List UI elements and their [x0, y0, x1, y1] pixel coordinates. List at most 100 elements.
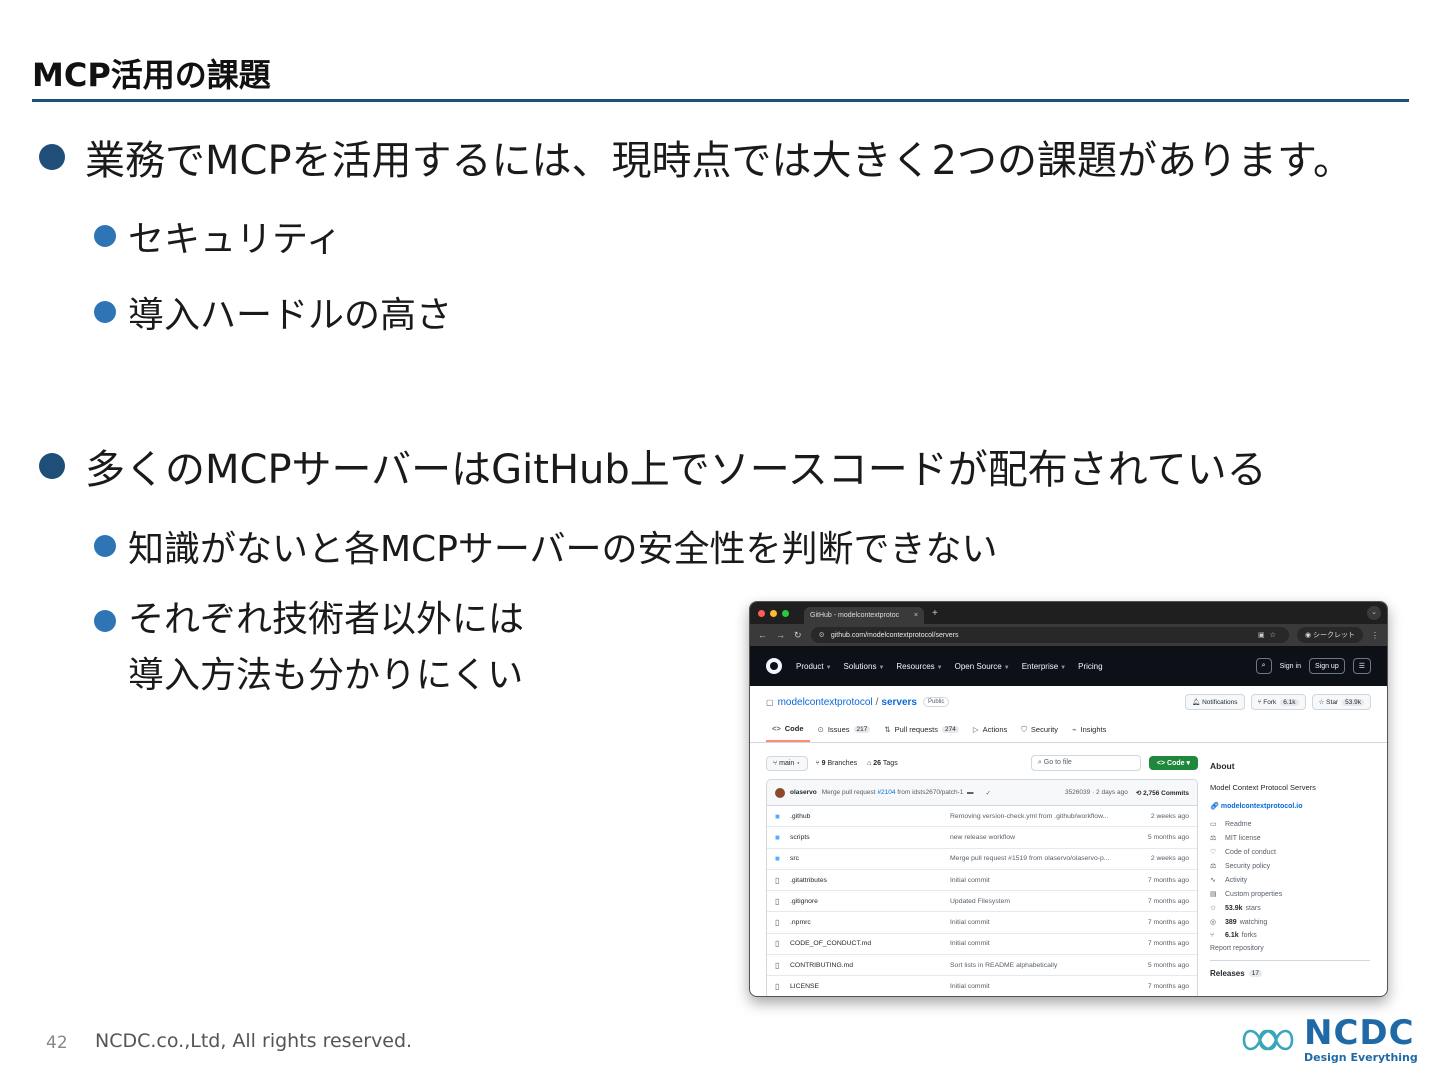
nav-solutions[interactable]: Solutions ▼ — [844, 662, 885, 671]
security-policy-link[interactable]: ⚖ Security policy — [1210, 862, 1370, 871]
branches-link[interactable]: ⑂ 9 Branches — [816, 760, 858, 767]
file-commit-message[interactable]: Initial commit — [950, 983, 1129, 990]
commit-hash-time[interactable]: 3526039 · 2 days ago — [1065, 789, 1128, 796]
file-name[interactable]: .gitattributes — [790, 877, 950, 884]
repo-owner-link[interactable]: modelcontextprotocol — [778, 697, 873, 708]
file-commit-message[interactable]: Sort lists in README alphabetically — [950, 962, 1129, 969]
nav-enterprise[interactable]: Enterprise ▼ — [1022, 662, 1066, 671]
file-row[interactable]: ▯ .gitattributes Initial commit 7 months ag… — [767, 870, 1197, 892]
search-button[interactable]: ⌕ — [1255, 658, 1272, 674]
bullet-dot-icon — [39, 453, 65, 479]
url-text: github.com/modelcontextprotocol/servers — [830, 631, 959, 639]
file-name[interactable]: CONTRIBUTING.md — [790, 962, 950, 969]
tags-link[interactable]: ⌂ 26 Tags — [867, 760, 898, 767]
file-name[interactable]: .github — [790, 813, 950, 820]
sign-in-link[interactable]: Sign in — [1280, 663, 1301, 670]
go-to-file-input[interactable]: ⌕ Go to file — [1030, 755, 1141, 771]
notifications-button[interactable]: 🔔︎ Notifications — [1185, 694, 1245, 710]
file-commit-message[interactable]: Initial commit — [950, 919, 1129, 926]
file-row[interactable]: ■ scripts new release workflow 5 months ago — [767, 827, 1197, 849]
menu-button[interactable]: ☰ — [1352, 658, 1371, 674]
file-row[interactable]: ▯ LICENSE Initial commit 7 months ago — [767, 976, 1197, 996]
file-name[interactable]: .npmrc — [790, 919, 950, 926]
incognito-badge[interactable]: ◉ シークレット — [1296, 627, 1363, 643]
forks-link[interactable]: ⑂ 6.1k forks — [1210, 932, 1370, 939]
file-row[interactable]: ▯ CODE_OF_CONDUCT.md Initial commit 7 month… — [767, 934, 1197, 956]
window-maximize-icon[interactable] — [782, 609, 789, 617]
avatar[interactable] — [775, 787, 785, 798]
readme-link[interactable]: ▭ Readme — [1210, 820, 1370, 829]
nav-open-source[interactable]: Open Source ▼ — [955, 662, 1010, 671]
new-tab-icon[interactable]: + — [932, 608, 938, 619]
code-dropdown-button[interactable]: <> Code ▾ — [1148, 756, 1198, 770]
homepage-link[interactable]: 🔗︎ modelcontextprotocol.io — [1210, 802, 1370, 810]
releases-link[interactable]: Releases 17 — [1210, 969, 1370, 978]
window-close-icon[interactable] — [758, 609, 765, 617]
site-info-icon[interactable]: ⚙ — [819, 631, 825, 639]
pulse-icon: ∿ — [1210, 877, 1216, 884]
file-icon: ▯ — [775, 960, 780, 970]
file-row[interactable]: ▯ CONTRIBUTING.md Sort lists in README alp… — [767, 955, 1197, 977]
fork-button[interactable]: ⑂ Fork 6.1k — [1250, 694, 1306, 710]
tab-close-icon[interactable]: × — [914, 612, 918, 619]
branch-select[interactable]: ⑂ main ▾ — [766, 755, 808, 771]
activity-link[interactable]: ∿ Activity — [1210, 876, 1370, 885]
star-icon: ☆ — [1210, 905, 1217, 912]
reload-icon[interactable]: ↻ — [794, 630, 802, 641]
sub-bullet-dot-icon — [94, 610, 116, 632]
commit-count[interactable]: ⟲ 2,756 Commits — [1136, 789, 1189, 797]
file-row[interactable]: ▯ .gitignore Updated Filesystem 7 months ag… — [767, 891, 1197, 913]
github-screenshot: GitHub - modelcontextprotoc × + ⌄ ← → ↻ … — [749, 601, 1388, 997]
tab-code[interactable]: <> Code — [766, 724, 810, 742]
tab-search-icon[interactable]: ⌄ — [1367, 606, 1381, 620]
repo-name-link[interactable]: servers — [881, 697, 917, 708]
tab-insights[interactable]: ⌁ Insights — [1066, 724, 1112, 742]
file-name[interactable]: LICENSE — [790, 983, 950, 990]
sign-up-button[interactable]: Sign up — [1308, 658, 1345, 674]
file-name[interactable]: src — [790, 855, 950, 862]
file-row[interactable]: ■ src Merge pull request #1519 from olaser… — [767, 849, 1197, 870]
file-commit-message[interactable]: Merge pull request #1519 from olaservo/o… — [950, 855, 1129, 862]
url-input[interactable]: ⚙ github.com/modelcontextprotocol/server… — [810, 627, 1289, 643]
nav-product[interactable]: Product ▼ — [796, 662, 832, 671]
tab-pull-requests[interactable]: ⇅ Pull requests 274 — [878, 724, 965, 742]
code-icon: <> — [1156, 760, 1168, 767]
sub-bullet-text: 知識がないと各MCPサーバーの安全性を判断できない — [128, 529, 998, 570]
stars-link[interactable]: ☆ 53.9k stars — [1210, 904, 1370, 913]
file-name[interactable]: scripts — [790, 834, 950, 841]
star-button[interactable]: ☆ Star 53.9k — [1311, 694, 1371, 710]
browser-tab[interactable]: GitHub - modelcontextprotoc × — [804, 607, 924, 624]
file-row[interactable]: ▯ .npmrc Initial commit 7 months ago — [767, 912, 1197, 934]
file-commit-message[interactable]: Updated Filesystem — [950, 898, 1129, 905]
file-commit-message[interactable]: Initial commit — [950, 877, 1129, 884]
tab-security[interactable]: ⛉ Security — [1015, 724, 1064, 742]
chevron-down-icon: ▼ — [936, 664, 943, 671]
bookmark-star-icon[interactable]: ▣☆ — [1258, 631, 1281, 639]
tab-actions[interactable]: ▷ Actions — [967, 724, 1013, 742]
commit-author[interactable]: olaservo — [790, 789, 817, 796]
file-name[interactable]: CODE_OF_CONDUCT.md — [790, 940, 950, 947]
logo-name: NCDC — [1304, 1013, 1415, 1053]
back-icon[interactable]: ← — [758, 630, 767, 640]
file-commit-message[interactable]: Removing version-check.yml from .github/… — [950, 813, 1129, 820]
custom-properties-link[interactable]: ▤ Custom properties — [1210, 890, 1370, 899]
watching-link[interactable]: ◎ 389 watching — [1210, 918, 1370, 927]
tab-issues[interactable]: ⊙ Issues 217 — [812, 724, 877, 742]
nav-pricing[interactable]: Pricing — [1078, 662, 1102, 671]
play-icon: ▷ — [972, 725, 979, 734]
report-repository-link[interactable]: Report repository — [1210, 945, 1370, 952]
file-commit-message[interactable]: Initial commit — [950, 940, 1129, 947]
nav-resources[interactable]: Resources ▼ — [896, 662, 942, 671]
file-row[interactable]: ■ .github Removing version-check.yml from … — [767, 806, 1197, 828]
repo-header: ▢ modelcontextprotocol / servers Public … — [750, 686, 1387, 743]
file-name[interactable]: .gitignore — [790, 898, 950, 905]
file-commit-message[interactable]: new release workflow — [950, 834, 1129, 841]
license-link[interactable]: ⚖ MIT license — [1210, 834, 1370, 843]
browser-menu-icon[interactable]: ⋮ — [1371, 631, 1379, 640]
commit-pr-link[interactable]: #2104 — [877, 789, 895, 796]
ellipsis-icon[interactable]: ▬ — [963, 789, 974, 796]
github-logo-icon[interactable] — [766, 658, 782, 674]
code-of-conduct-link[interactable]: ♡ Code of conduct — [1210, 848, 1370, 857]
forward-icon[interactable]: → — [776, 630, 785, 640]
window-minimize-icon[interactable] — [770, 609, 777, 617]
